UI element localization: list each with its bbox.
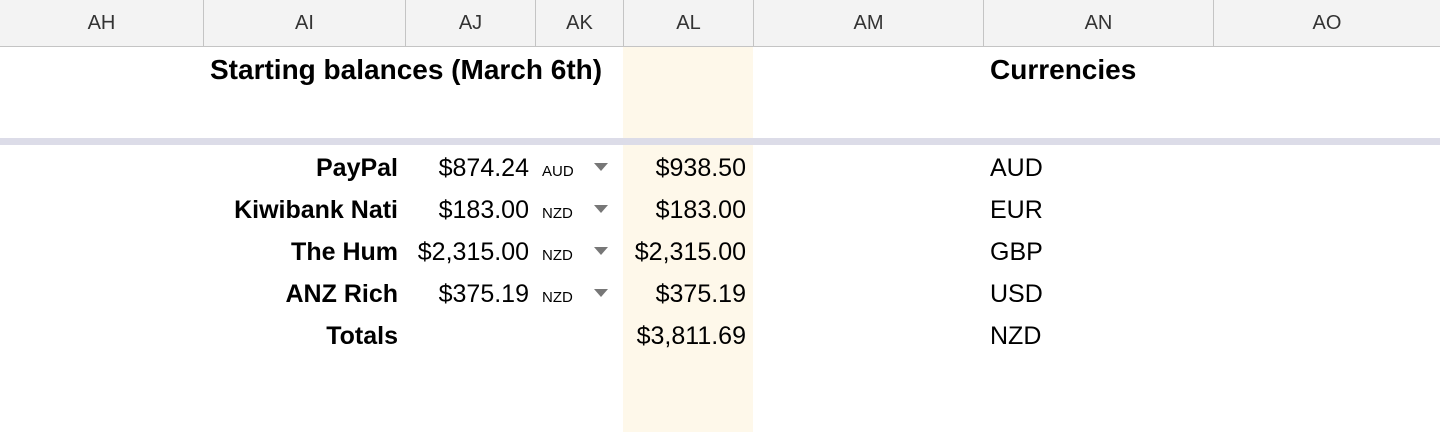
account-label-cell[interactable]: PayPal — [200, 151, 398, 185]
row-divider-band — [0, 138, 1440, 145]
currency-list-item[interactable]: GBP — [990, 235, 1043, 269]
account-amount-cell[interactable]: $874.24 — [405, 151, 529, 185]
converted-balance-cell[interactable]: $183.00 — [623, 193, 746, 227]
currency-dropdown-arrow-icon[interactable] — [594, 289, 608, 297]
account-currency-cell[interactable]: NZD — [542, 239, 573, 273]
account-amount-cell[interactable]: $2,315.00 — [405, 235, 529, 269]
column-header-al[interactable]: AL — [624, 0, 754, 46]
totals-value-cell[interactable]: $3,811.69 — [623, 319, 746, 353]
currency-dropdown-arrow-icon[interactable] — [594, 247, 608, 255]
account-label-cell[interactable]: ANZ Rich — [200, 277, 399, 311]
currency-list-item[interactable]: AUD — [990, 151, 1043, 185]
currency-dropdown-arrow-icon[interactable] — [594, 163, 608, 171]
column-header-ak[interactable]: AK — [536, 0, 624, 46]
column-header-an[interactable]: AN — [984, 0, 1214, 46]
column-header-row: AH AI AJ AK AL AM AN AO — [0, 0, 1440, 47]
totals-label-cell[interactable]: Totals — [200, 319, 398, 353]
column-header-am[interactable]: AM — [754, 0, 984, 46]
currency-dropdown-arrow-icon[interactable] — [594, 205, 608, 213]
column-header-aj[interactable]: AJ — [406, 0, 536, 46]
account-amount-cell[interactable]: $375.19 — [405, 277, 529, 311]
column-header-ao[interactable]: AO — [1214, 0, 1440, 46]
account-currency-cell[interactable]: NZD — [542, 197, 573, 231]
spreadsheet-grid: AH AI AJ AK AL AM AN AO Starting balance… — [0, 0, 1440, 432]
currency-list-item[interactable]: USD — [990, 277, 1043, 311]
column-header-ah[interactable]: AH — [0, 0, 204, 46]
account-label-cell[interactable]: The Hum — [200, 235, 398, 269]
account-amount-cell[interactable]: $183.00 — [405, 193, 529, 227]
currency-list-item[interactable]: EUR — [990, 193, 1043, 227]
converted-balance-cell[interactable]: $2,315.00 — [623, 235, 746, 269]
account-currency-cell[interactable]: AUD — [542, 155, 574, 189]
account-label-cell[interactable]: Kiwibank Nati — [200, 193, 398, 227]
account-currency-cell[interactable]: NZD — [542, 281, 573, 315]
column-header-ai[interactable]: AI — [204, 0, 406, 46]
currencies-title[interactable]: Currencies — [990, 54, 1136, 86]
currency-list-item[interactable]: NZD — [990, 319, 1041, 353]
converted-balance-cell[interactable]: $375.19 — [623, 277, 746, 311]
converted-balance-cell[interactable]: $938.50 — [623, 151, 746, 185]
starting-balances-title[interactable]: Starting balances (March 6th) — [210, 54, 602, 86]
